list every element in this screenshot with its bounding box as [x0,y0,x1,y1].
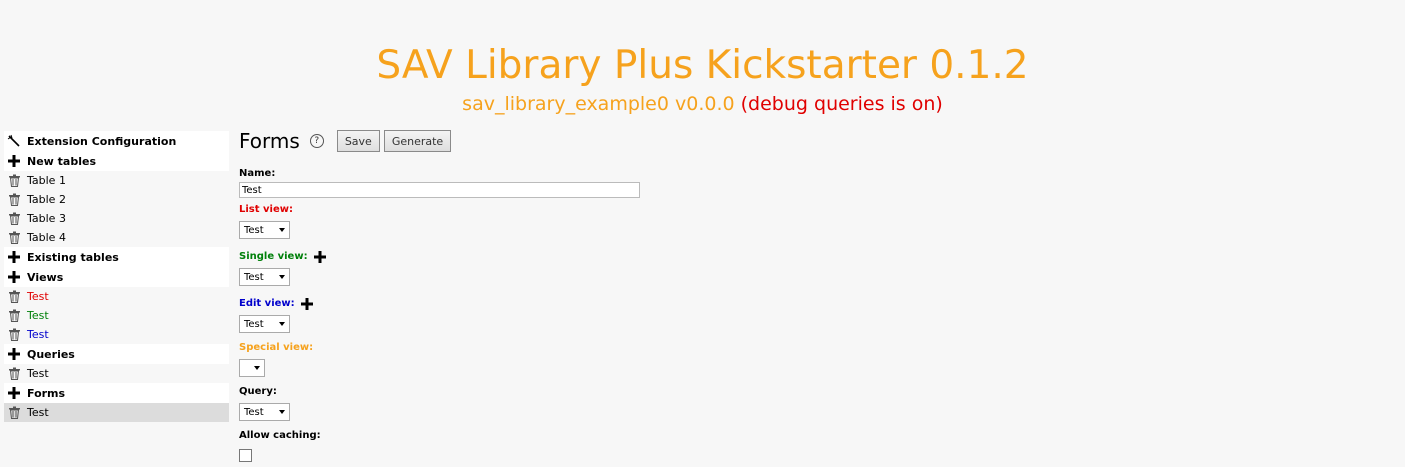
sidebar-item-view-list[interactable]: Test [4,287,229,306]
plus-icon[interactable] [300,297,313,310]
sidebar-section-new-tables[interactable]: New tables [4,151,229,171]
trash-icon[interactable] [6,327,22,343]
page-header: SAV Library Plus Kickstarter 0.1.2 sav_l… [0,40,1405,116]
sidebar-item-query[interactable]: Test [4,364,229,383]
edit-view-select[interactable]: Test [239,315,290,333]
sidebar-section-label: Forms [27,386,66,400]
generate-button[interactable]: Generate [383,130,452,152]
edit-view-row: Edit view: [239,297,799,310]
sidebar-item-label: Extension Configuration [27,134,177,148]
select-value: Test [244,318,264,330]
sidebar-item-label: Test [27,406,49,419]
select-value: Test [244,406,264,418]
trash-icon[interactable] [6,405,22,421]
plus-icon[interactable] [6,269,22,285]
plus-icon[interactable] [313,250,326,263]
main-panel: Forms ? Save Generate Name: List view: T… [239,128,799,462]
sidebar-section-views[interactable]: Views [4,267,229,287]
sidebar-item-label: Test [27,367,49,380]
sidebar-section-label: Queries [27,347,75,361]
single-view-label: Single view: [239,251,308,262]
query-label: Query: [239,386,277,397]
sidebar-section-queries[interactable]: Queries [4,344,229,364]
app-subtitle: sav_library_example0 v0.0.0 (debug queri… [0,92,1405,116]
chevron-down-icon [254,366,260,370]
sidebar-section-label: New tables [27,154,96,168]
trash-icon[interactable] [6,308,22,324]
sidebar-item-label: Table 3 [27,212,66,225]
page-title: Forms [239,129,300,153]
sidebar-item-label: Test [27,328,49,341]
save-button[interactable]: Save [336,130,380,152]
trash-icon[interactable] [6,173,22,189]
name-input[interactable] [239,182,640,198]
sidebar-section-forms[interactable]: Forms [4,383,229,403]
list-view-label: List view: [239,204,293,215]
app-title: SAV Library Plus Kickstarter 0.1.2 [376,43,1029,88]
chevron-down-icon [279,410,285,414]
sidebar-item-view-single[interactable]: Test [4,306,229,325]
special-view-label: Special view: [239,342,314,353]
sidebar-item-label: Table 4 [27,231,66,244]
sidebar-item-label: Test [27,290,49,303]
special-view-select[interactable] [239,359,265,377]
sidebar: Extension Configuration New tables Table… [4,131,229,422]
chevron-down-icon [279,275,285,279]
debug-status: (debug queries is on) [740,93,943,115]
name-label: Name: [239,168,276,179]
trash-icon[interactable] [6,289,22,305]
plus-icon[interactable] [6,385,22,401]
allow-caching-label: Allow caching: [239,430,321,441]
select-value: Test [244,224,264,236]
query-select[interactable]: Test [239,403,290,421]
chevron-down-icon [279,322,285,326]
sidebar-section-label: Existing tables [27,250,119,264]
sidebar-item-table-2[interactable]: Table 2 [4,190,229,209]
trash-icon[interactable] [6,211,22,227]
help-icon[interactable]: ? [309,134,324,148]
sidebar-item-label: Test [27,309,49,322]
sidebar-item-label: Table 2 [27,193,66,206]
list-view-select[interactable]: Test [239,221,290,239]
plus-icon[interactable] [6,249,22,265]
single-view-row: Single view: [239,250,799,263]
plus-icon[interactable] [6,346,22,362]
trash-icon[interactable] [6,366,22,382]
chevron-down-icon [279,228,285,232]
sidebar-item-table-3[interactable]: Table 3 [4,209,229,228]
single-view-select[interactable]: Test [239,268,290,286]
sidebar-item-label: Table 1 [27,174,66,187]
sidebar-item-table-4[interactable]: Table 4 [4,228,229,247]
sidebar-item-table-1[interactable]: Table 1 [4,171,229,190]
select-value: Test [244,271,264,283]
allow-caching-checkbox[interactable] [239,449,252,462]
trash-icon[interactable] [6,192,22,208]
sidebar-item-view-edit[interactable]: Test [4,325,229,344]
wand-icon [6,133,22,149]
edit-view-label: Edit view: [239,298,295,309]
extension-version: sav_library_example0 v0.0.0 [462,93,735,115]
sidebar-section-existing-tables[interactable]: Existing tables [4,247,229,267]
plus-icon[interactable] [6,153,22,169]
sidebar-item-form[interactable]: Test [4,403,229,422]
sidebar-section-label: Views [27,270,64,284]
sidebar-item-extension-configuration[interactable]: Extension Configuration [4,131,229,151]
trash-icon[interactable] [6,230,22,246]
main-header: Forms ? Save Generate [239,128,799,154]
